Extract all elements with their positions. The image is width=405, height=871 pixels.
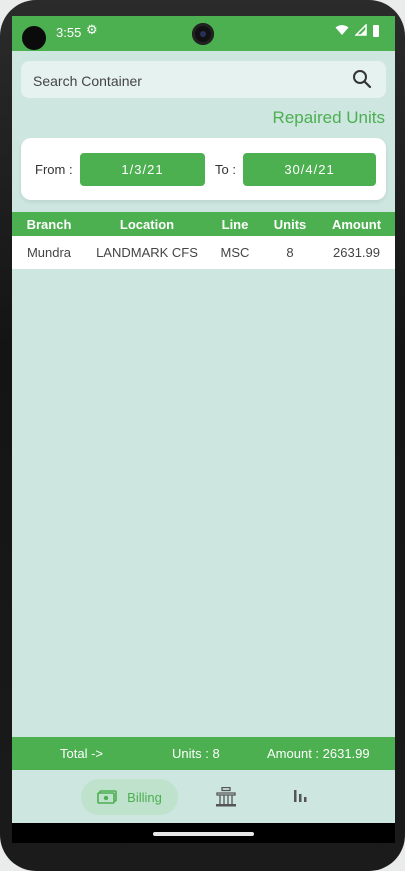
battery-icon bbox=[373, 25, 379, 37]
table-row[interactable]: Mundra LANDMARK CFS MSC 8 2631.99 bbox=[12, 236, 395, 269]
header-branch: Branch bbox=[26, 216, 72, 232]
nav-billing-label: Billing bbox=[127, 789, 162, 805]
search-icon[interactable] bbox=[352, 69, 372, 89]
header-location: Location bbox=[119, 216, 175, 232]
summary-total: Total -> bbox=[60, 746, 103, 761]
front-camera bbox=[192, 23, 214, 45]
phone-frame: 3:55 ⚙ Repaired Units From : 1/3/21 To :… bbox=[0, 0, 405, 871]
header-line: Line bbox=[221, 216, 249, 232]
bar-chart-icon[interactable] bbox=[293, 787, 309, 803]
page-title: Repaired Units bbox=[272, 108, 385, 127]
cell-line: MSC bbox=[220, 245, 250, 260]
header-units: Units bbox=[273, 216, 307, 232]
cell-location: LANDMARK CFS bbox=[96, 245, 198, 260]
date-range-card: From : 1/3/21 To : 30/4/21 bbox=[21, 138, 386, 200]
from-label: From : bbox=[35, 162, 73, 177]
header-amount: Amount bbox=[331, 216, 382, 232]
building-icon[interactable] bbox=[215, 787, 237, 807]
from-date-button[interactable]: 1/3/21 bbox=[80, 153, 205, 186]
wifi-icon bbox=[335, 25, 349, 35]
summary-amount: Amount : 2631.99 bbox=[267, 746, 370, 761]
search-bar bbox=[21, 61, 386, 100]
billing-cash-icon bbox=[97, 790, 117, 804]
camera-cutout bbox=[22, 26, 46, 50]
cell-amount: 2631.99 bbox=[333, 245, 380, 260]
to-label: To : bbox=[215, 162, 236, 177]
cell-units: 8 bbox=[286, 245, 294, 260]
table-header: Branch Location Line Units Amount bbox=[12, 212, 395, 236]
signal-icon bbox=[355, 24, 367, 36]
status-icons bbox=[335, 24, 379, 37]
nav-billing[interactable]: Billing bbox=[81, 779, 178, 815]
search-input[interactable] bbox=[31, 61, 335, 100]
to-date-button[interactable]: 30/4/21 bbox=[243, 153, 376, 186]
summary-bar: Total -> Units : 8 Amount : 2631.99 bbox=[12, 737, 395, 770]
settings-icon: ⚙ bbox=[86, 23, 98, 38]
system-nav-bar bbox=[12, 823, 395, 843]
status-time: 3:55 bbox=[56, 25, 82, 40]
home-indicator[interactable] bbox=[153, 832, 254, 836]
summary-units: Units : 8 bbox=[172, 746, 220, 761]
app-screen: 3:55 ⚙ Repaired Units From : 1/3/21 To :… bbox=[12, 16, 395, 843]
status-bar: 3:55 ⚙ bbox=[12, 16, 395, 51]
cell-branch: Mundra bbox=[26, 245, 72, 260]
bottom-navigation: Billing bbox=[12, 770, 395, 823]
